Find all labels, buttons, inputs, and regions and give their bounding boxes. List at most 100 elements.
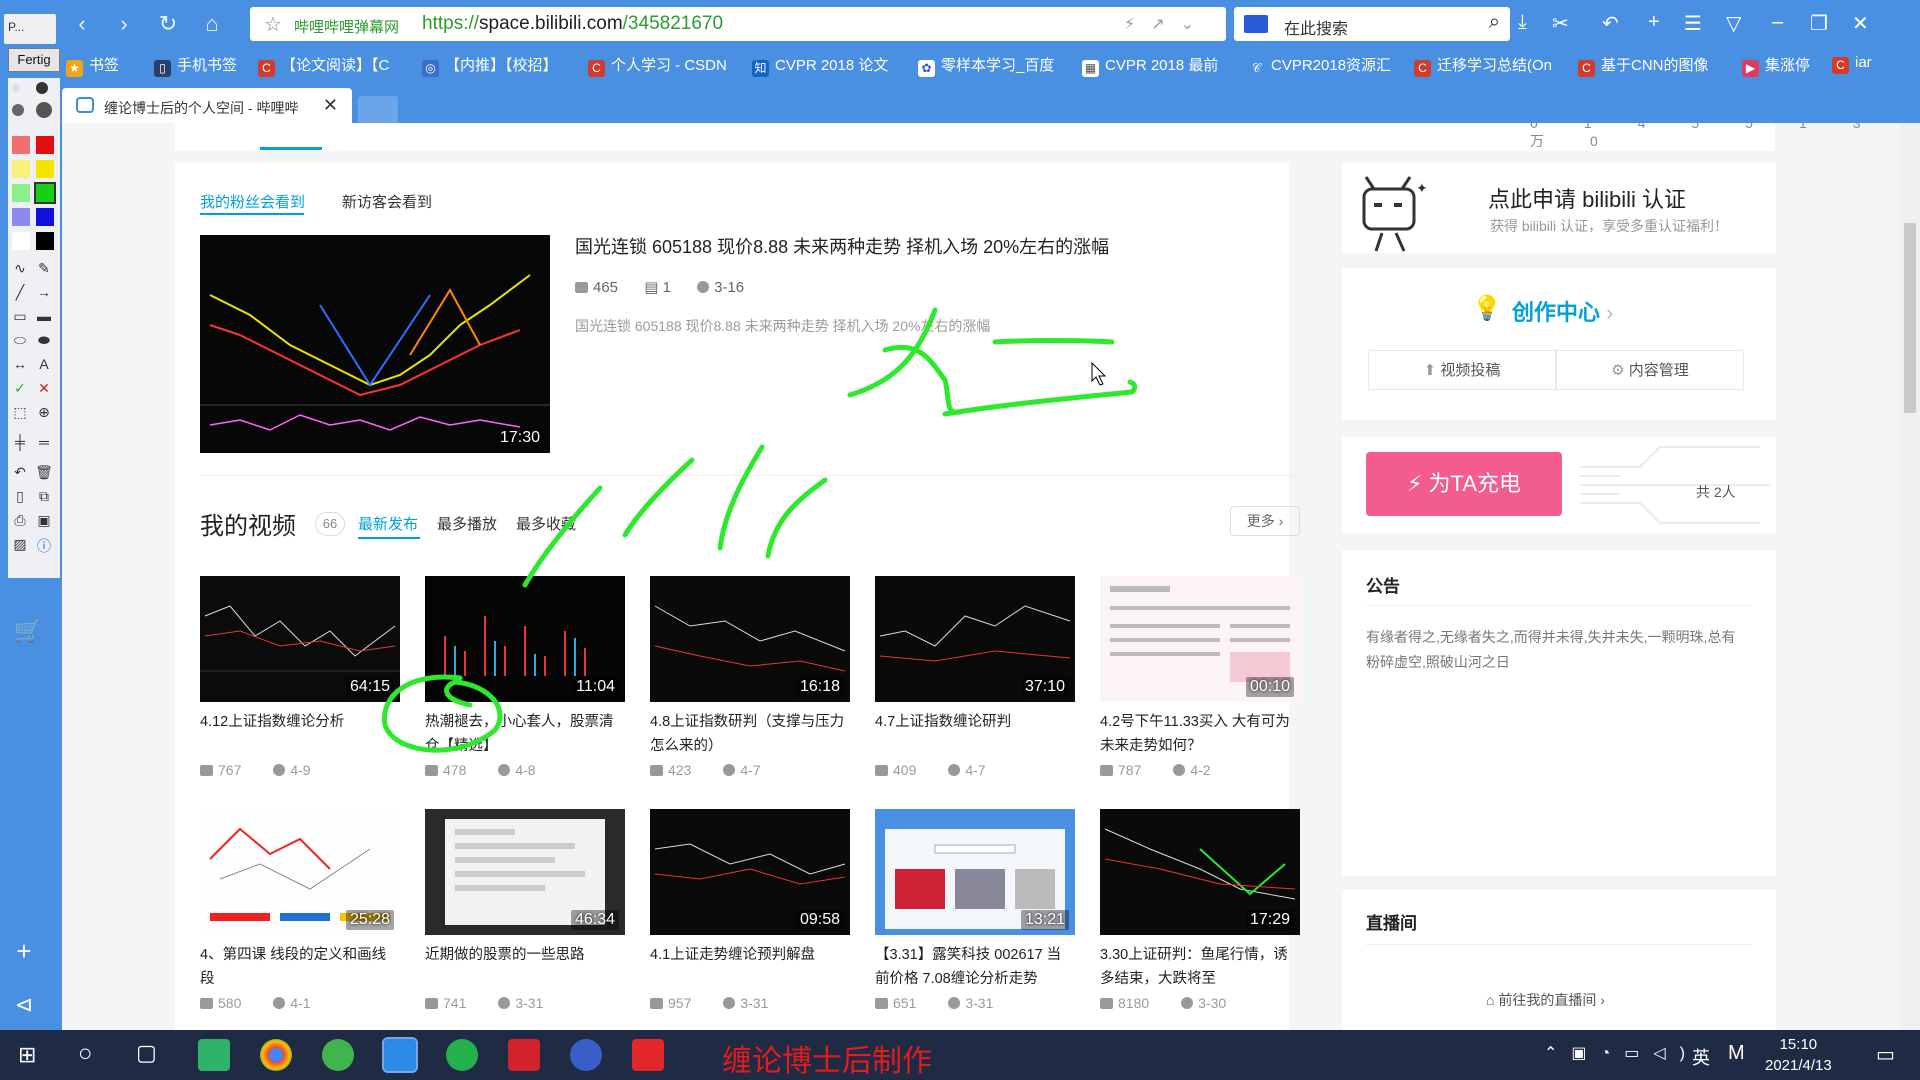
bookmark-item[interactable]: C 个人学习 - CSDN [588, 54, 727, 77]
refresh-icon[interactable]: ↻ [154, 10, 182, 38]
tab-active[interactable]: 缠论博士后的个人空间 - 哔哩哔 ✕ [62, 88, 352, 123]
chrome-icon[interactable] [260, 1039, 292, 1071]
finish-button[interactable]: Fertig [8, 48, 60, 72]
bookmark-star-icon[interactable]: ☆ [264, 12, 282, 37]
search-box[interactable]: 在此搜索 ⌕ [1234, 7, 1510, 41]
line-icon[interactable]: ╱ [10, 284, 30, 301]
green-app-icon[interactable] [198, 1039, 230, 1071]
bookmark-item[interactable]: 知 CVPR 2018 论文 [752, 54, 888, 77]
video-thumbnail[interactable]: 64:15 [200, 576, 400, 702]
double-arrow-icon[interactable]: ↔ [10, 356, 30, 372]
thickness-down-icon[interactable]: ═ [34, 434, 54, 450]
task-view-icon[interactable]: ▢ [136, 1040, 157, 1066]
video-thumbnail[interactable]: 11:04 [425, 576, 625, 702]
ime-mode-icon[interactable]: M [1728, 1042, 1745, 1065]
page-icon[interactable]: ▯ [10, 488, 30, 505]
sort-most-played-tab[interactable]: 最多播放 [437, 513, 497, 534]
close-window-icon[interactable]: ✕ [1852, 11, 1869, 36]
undo-icon[interactable]: ↶ [1602, 11, 1619, 36]
bookmark-item[interactable]: ✿ 零样本学习_百度 [918, 54, 1054, 77]
ellipse-icon[interactable]: ⬭ [10, 332, 30, 349]
video-thumbnail[interactable]: 37:10 [875, 576, 1075, 702]
download-icon[interactable]: ⤓ [1518, 11, 1527, 34]
cortana-icon[interactable]: ○ [78, 1040, 93, 1068]
copy-icon[interactable]: ⧉ [34, 488, 54, 505]
video-title[interactable]: 4.8上证指数研判（支撑与压力怎么来的） [650, 710, 850, 758]
qq-browser-icon[interactable] [382, 1037, 418, 1073]
arrow-icon[interactable]: → [34, 284, 54, 300]
highlighter-icon[interactable]: ✎ [34, 260, 54, 277]
video-title[interactable]: 热潮褪去，小心套人，股票清仓【精选】 [425, 710, 625, 758]
bookmark-item[interactable]: C 【论文阅读】【C [258, 54, 389, 77]
360-browser-icon[interactable] [322, 1039, 354, 1071]
video-title[interactable]: 近期做的股票的一些思路 [425, 943, 625, 967]
rectangle-icon[interactable]: ▭ [10, 308, 30, 325]
live-room-link[interactable]: ⌂ 前往我的直播间 › [1486, 990, 1605, 1010]
new-tab-button[interactable] [358, 96, 398, 123]
wechat-icon[interactable] [446, 1039, 478, 1071]
check-icon[interactable]: ✓ [10, 380, 30, 397]
bookmark-item[interactable]: ▦ CVPR 2018 最前 [1082, 54, 1218, 77]
video-thumbnail[interactable]: 46:34 [425, 809, 625, 935]
text-icon[interactable]: A [34, 356, 54, 372]
creation-center-link[interactable]: 创作中心 › [1512, 295, 1613, 327]
color-light-yellow[interactable] [12, 160, 30, 178]
system-clock[interactable]: 15:10 2021/4/13 [1765, 1034, 1832, 1076]
color-green[interactable] [34, 182, 56, 204]
blue-app-icon[interactable] [570, 1039, 602, 1071]
notification-icon[interactable]: ▭ [1876, 1042, 1895, 1067]
video-title[interactable]: 4.2号下午11.33买入 大有可为 未来走势如何？ [1100, 710, 1300, 758]
filled-ellipse-icon[interactable]: ⬬ [34, 332, 54, 349]
pen-size-large-icon[interactable] [12, 104, 24, 116]
bookmark-item[interactable]: ▯ 手机书签 [154, 54, 237, 77]
pen-size-medium-icon[interactable] [36, 82, 48, 94]
select-icon[interactable]: ⬚ [10, 404, 30, 421]
info-icon[interactable]: ⓘ [34, 536, 54, 556]
wps-icon[interactable] [632, 1039, 664, 1071]
video-title[interactable]: 【3.31】露笑科技 002617 当前价格 7.08缠论分析走势 [875, 943, 1075, 991]
video-title[interactable]: 3.30上证研判：鱼尾行情，诱多结束，大跌将至 [1100, 943, 1300, 991]
bookmark-item[interactable]: Ciar [1832, 54, 1872, 74]
sort-most-favorited-tab[interactable]: 最多收藏 [516, 513, 576, 534]
filled-rectangle-icon[interactable]: ▬ [34, 308, 54, 324]
upload-video-button[interactable]: ⬆ 视频投稿 [1368, 350, 1556, 390]
image-icon[interactable]: ▨ [10, 536, 30, 553]
color-light-red[interactable] [12, 136, 30, 154]
bookmark-item[interactable]: C 迁移学习总结(On [1414, 54, 1552, 77]
address-tools-icon[interactable]: ⚡↗⌄ [1124, 14, 1210, 34]
video-thumbnail[interactable]: 25:28 [200, 809, 400, 935]
trash-icon[interactable]: 🗑 [34, 464, 54, 481]
bookmark-item[interactable]: C 基于CNN的图像 [1578, 54, 1709, 77]
minimize-icon[interactable]: – [1772, 11, 1783, 34]
forward-icon[interactable]: › [110, 10, 138, 38]
scrollbar-thumb[interactable] [1904, 223, 1916, 413]
video-title[interactable]: 4、第四课 线段的定义和画线段 [200, 943, 400, 991]
zoom-icon[interactable]: ⊕ [34, 404, 54, 421]
bookmark-item[interactable]: ★ 书签 [66, 54, 119, 77]
video-title[interactable]: 4.1上证走势缠论预判解盘 [650, 943, 850, 967]
night-mode-icon[interactable]: ☾ [1474, 11, 1492, 36]
url-text[interactable]: https://space.bilibili.com/345821670 [422, 13, 723, 35]
video-title[interactable]: 4.7上证指数缠论研判 [875, 710, 1075, 734]
add-icon[interactable]: + [14, 936, 34, 967]
color-yellow[interactable] [36, 160, 54, 178]
more-button[interactable]: 更多 › [1230, 506, 1300, 536]
tab-visitors-see[interactable]: 新访客会看到 [342, 191, 432, 212]
charge-button[interactable]: ⚡ 为TA充电 [1366, 452, 1562, 516]
address-bar[interactable]: ☆ 哔哩哔哩弹幕网 https://space.bilibili.com/345… [250, 7, 1226, 41]
close-tab-icon[interactable]: ✕ [323, 95, 338, 116]
bookmark-item[interactable]: 𝒞 CVPR2018资源汇 [1248, 54, 1391, 77]
vertical-scrollbar[interactable] [1900, 123, 1920, 1030]
freehand-icon[interactable]: ∿ [10, 260, 30, 277]
ime-language[interactable]: 英 [1692, 1044, 1710, 1070]
wh-app-icon[interactable] [508, 1039, 540, 1071]
color-light-green[interactable] [12, 184, 30, 202]
color-red[interactable] [36, 136, 54, 154]
undo-draw-icon[interactable]: ↶ [10, 464, 30, 481]
color-black[interactable] [36, 232, 54, 250]
windows-start-icon[interactable]: ⊞ [18, 1042, 36, 1068]
collapse-icon[interactable]: ⊲ [14, 992, 34, 1018]
cert-title[interactable]: 点此申请 bilibili 认证 [1488, 182, 1686, 214]
sort-latest-tab[interactable]: 最新发布 [358, 513, 418, 534]
skin-icon[interactable]: ▽ [1726, 11, 1741, 36]
